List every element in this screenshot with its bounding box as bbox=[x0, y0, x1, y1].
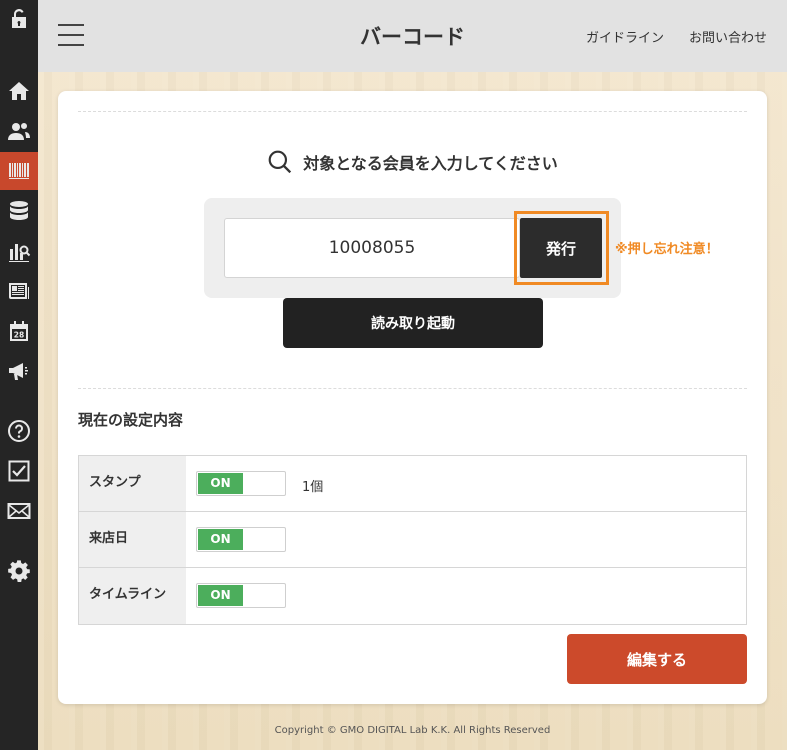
settings-section-title: 現在の設定内容 bbox=[78, 411, 184, 429]
row-label: スタンプ bbox=[79, 456, 186, 511]
megaphone-icon[interactable] bbox=[0, 352, 38, 390]
table-row: スタンプ ON 1個 bbox=[79, 456, 746, 512]
home-icon[interactable] bbox=[0, 72, 38, 110]
reminder-warning: ※押し忘れ注意！ bbox=[615, 242, 719, 257]
timeline-toggle[interactable]: ON bbox=[196, 583, 286, 608]
guideline-link[interactable]: ガイドライン bbox=[586, 27, 664, 46]
news-icon[interactable] bbox=[0, 272, 38, 310]
app-header: バーコード ガイドライン お問い合わせ bbox=[38, 0, 787, 72]
table-row: 来店日 ON bbox=[79, 512, 746, 568]
member-number-input[interactable] bbox=[224, 218, 520, 278]
gear-icon[interactable] bbox=[0, 552, 38, 590]
prompt-text: 対象となる会員を入力してください bbox=[303, 154, 558, 173]
member-prompt: 対象となる会員を入力してください bbox=[58, 149, 767, 175]
contact-link[interactable]: お問い合わせ bbox=[689, 27, 767, 46]
page-title: バーコード bbox=[360, 25, 465, 49]
settings-table: スタンプ ON 1個 来店日 ON タイムライン ON bbox=[78, 455, 747, 625]
table-row: タイムライン ON bbox=[79, 568, 746, 624]
visit-date-toggle[interactable]: ON bbox=[196, 527, 286, 552]
copyright-footer: Copyright © GMO DIGITAL Lab K.K. All Rig… bbox=[274, 725, 551, 736]
calendar-icon[interactable]: 28 bbox=[0, 312, 38, 350]
checkbox-icon[interactable] bbox=[0, 452, 38, 490]
divider bbox=[78, 111, 747, 112]
hamburger-menu-icon[interactable] bbox=[58, 24, 84, 46]
stamp-count: 1個 bbox=[302, 480, 324, 495]
analytics-icon[interactable] bbox=[0, 232, 38, 270]
mail-icon[interactable] bbox=[0, 492, 38, 530]
divider bbox=[78, 388, 747, 389]
sidebar: 28 bbox=[0, 0, 38, 750]
issue-button[interactable]: 発行 bbox=[520, 218, 602, 278]
search-icon bbox=[268, 150, 292, 174]
help-icon[interactable] bbox=[0, 412, 38, 450]
toggle-state: ON bbox=[198, 473, 243, 494]
toggle-state: ON bbox=[198, 585, 243, 606]
unlock-icon[interactable] bbox=[0, 0, 38, 38]
row-label: 来店日 bbox=[79, 512, 186, 567]
database-icon[interactable] bbox=[0, 192, 38, 230]
row-label: タイムライン bbox=[79, 568, 186, 624]
start-scan-button[interactable]: 読み取り起動 bbox=[283, 298, 543, 348]
member-input-group: 発行 bbox=[204, 198, 621, 298]
barcode-icon[interactable] bbox=[0, 152, 38, 190]
users-icon[interactable] bbox=[0, 112, 38, 150]
barcode-card: 対象となる会員を入力してください 発行 ※押し忘れ注意！ 読み取り起動 現在の設… bbox=[58, 91, 767, 704]
stamp-toggle[interactable]: ON bbox=[196, 471, 286, 496]
toggle-state: ON bbox=[198, 529, 243, 550]
edit-button[interactable]: 編集する bbox=[567, 634, 747, 684]
calendar-day: 28 bbox=[14, 331, 24, 340]
